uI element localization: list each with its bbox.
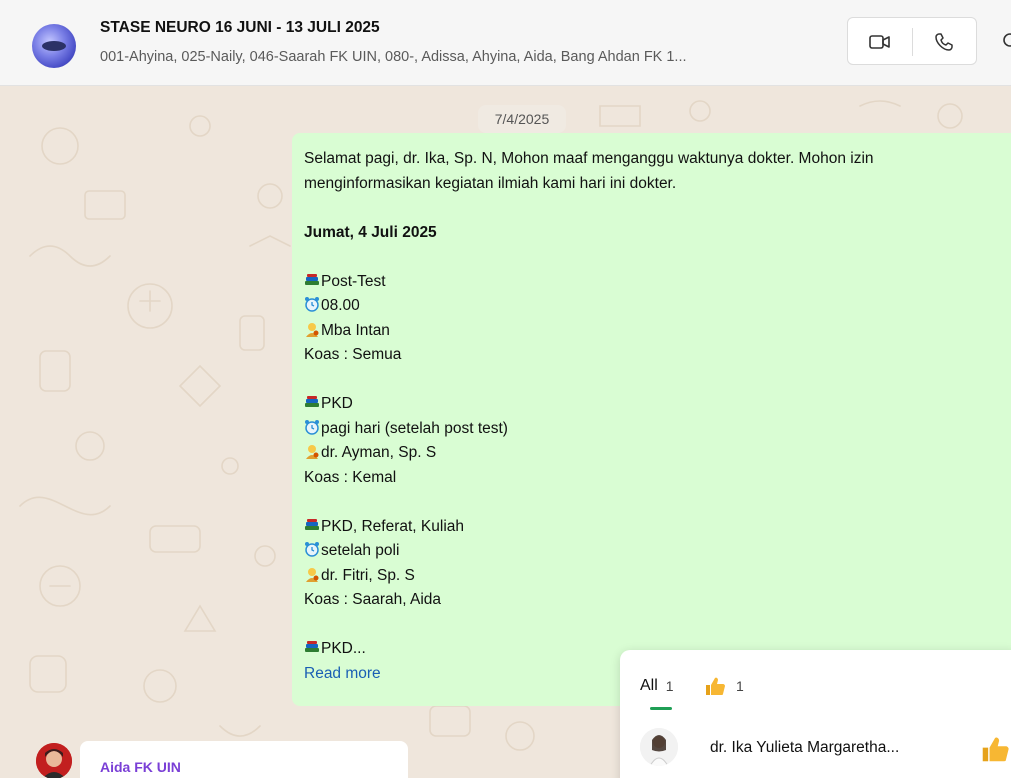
- time-line: 08.00: [304, 294, 1000, 319]
- books-icon: [305, 273, 319, 285]
- thumbs-up-icon: [706, 677, 725, 695]
- message-bubble[interactable]: Selamat pagi, dr. Ika, Sp. N, Mohon maaf…: [292, 133, 1011, 706]
- sender-name[interactable]: Aida FK UIN: [100, 759, 181, 775]
- thumbs-up-icon: [982, 737, 1009, 762]
- alarm-clock-icon: [305, 419, 319, 435]
- person-line: dr. Ayman, Sp. S: [304, 441, 1000, 466]
- person-line: dr. Fitri, Sp. S: [304, 564, 1000, 589]
- activity-time: 08.00: [321, 297, 360, 314]
- activity-time: setelah poli: [321, 542, 400, 559]
- video-call-button[interactable]: [860, 22, 900, 62]
- message-line: Selamat pagi, dr. Ika, Sp. N, Mohon maaf…: [304, 150, 874, 167]
- activity-line: PKD, Referat, Kuliah: [304, 515, 1000, 540]
- video-call-icon: [869, 35, 890, 49]
- person-icon: [306, 322, 319, 337]
- activity-name: Post-Test: [321, 272, 386, 290]
- books-icon: [305, 641, 319, 652]
- divider: [912, 28, 913, 56]
- chat-header: STASE NEURO 16 JUNI - 13 JULI 2025 001-A…: [0, 0, 1011, 86]
- person-icon: [306, 567, 319, 582]
- person-line: Mba Intan: [304, 319, 1000, 344]
- koas-line: Koas : Saarah, Aida: [304, 591, 442, 608]
- truncated-text: PKD...: [321, 640, 366, 657]
- activity-time: pagi hari (setelah post test): [321, 419, 508, 437]
- activity-line: Post-Test: [304, 270, 1000, 295]
- tab-all-reactions[interactable]: All 1: [640, 677, 674, 695]
- search-icon: [1003, 33, 1011, 47]
- group-avatar[interactable]: [32, 24, 76, 68]
- tab-all-count: 1: [665, 678, 674, 694]
- date-separator: 7/4/2025: [478, 105, 566, 133]
- person-name: dr. Ayman, Sp. S: [321, 444, 437, 461]
- search-button[interactable]: [992, 22, 1011, 62]
- time-line: pagi hari (setelah post test): [304, 417, 1000, 442]
- alarm-clock-icon: [305, 542, 319, 557]
- activity-line: PKD: [304, 392, 1000, 417]
- reactor-avatar[interactable]: [640, 728, 678, 766]
- koas-line: Koas : Kemal: [304, 468, 397, 486]
- person-name: Mba Intan: [321, 321, 390, 339]
- tab-thumbs-up[interactable]: 1: [704, 675, 744, 697]
- reactions-popup: All 1 1 dr. Ika Yulieta Margaretha...: [620, 650, 1011, 778]
- sender-avatar[interactable]: [36, 743, 72, 778]
- voice-call-button[interactable]: [924, 22, 964, 62]
- active-tab-indicator: [650, 707, 672, 710]
- group-members[interactable]: 001-Ahyina, 025-Naily, 046-Saarah FK UIN…: [100, 49, 830, 65]
- call-buttons: [847, 17, 977, 65]
- person-name: dr. Fitri, Sp. S: [321, 566, 415, 584]
- koas-line: Koas : Semua: [304, 346, 402, 363]
- tab-thumbs-count: 1: [736, 678, 744, 694]
- sender-photo: [36, 743, 72, 778]
- reactor-photo: [640, 728, 678, 766]
- activity-name: PKD, Referat, Kuliah: [321, 517, 465, 535]
- reactor-name: dr. Ika Yulieta Margaretha...: [710, 739, 900, 756]
- reactor-reaction: [980, 734, 1010, 769]
- schedule-date: Jumat, 4 Juli 2025: [304, 223, 437, 241]
- next-message-bubble[interactable]: Aida FK UIN: [80, 741, 408, 778]
- alarm-clock-icon: [305, 297, 319, 312]
- tab-all-label: All: [640, 677, 658, 694]
- books-icon: [305, 518, 319, 530]
- books-icon: [305, 396, 319, 407]
- person-icon: [306, 445, 319, 459]
- group-name[interactable]: STASE NEURO 16 JUNI - 13 JULI 2025: [100, 19, 380, 37]
- message-line: menginformasikan kegiatan ilmiah kami ha…: [304, 174, 677, 192]
- time-line: setelah poli: [304, 539, 1000, 564]
- chat-area[interactable]: 7/4/2025 Selamat pagi, dr. Ika, Sp. N, M…: [0, 86, 1011, 778]
- phone-call-icon: [935, 33, 953, 51]
- message-text: Selamat pagi, dr. Ika, Sp. N, Mohon maaf…: [304, 147, 1000, 686]
- activity-name: PKD: [321, 395, 353, 412]
